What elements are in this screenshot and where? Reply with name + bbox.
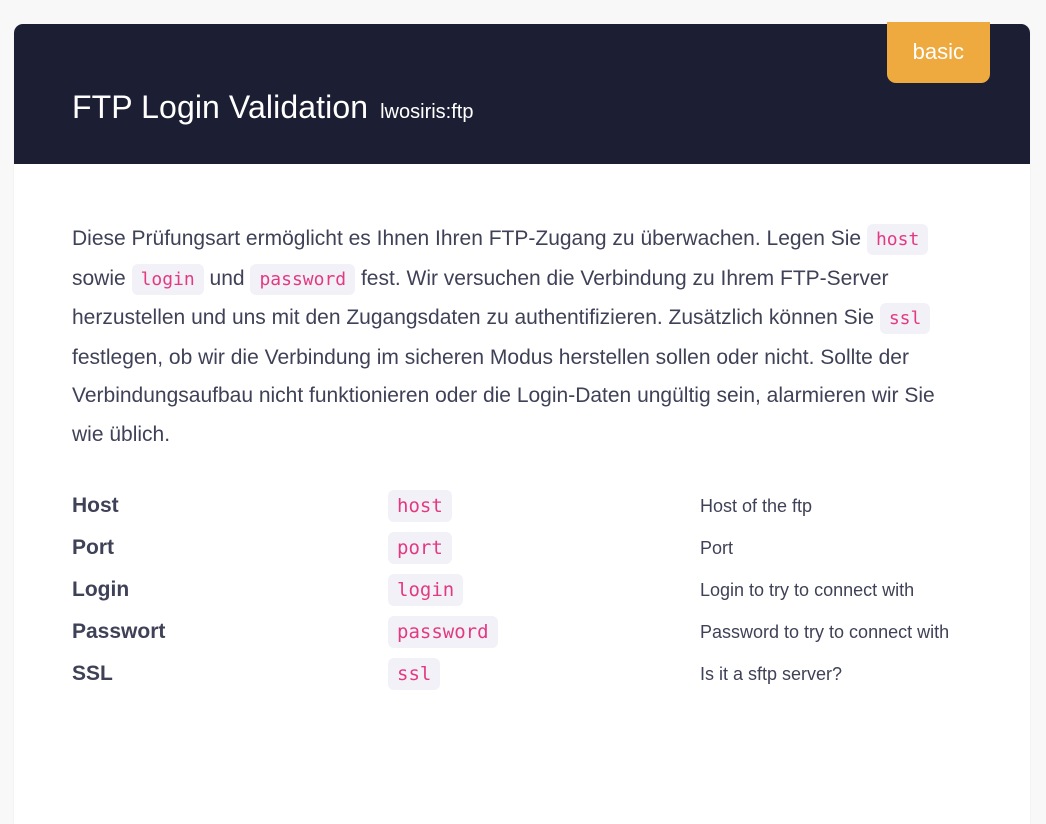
documentation-card: FTP Login Validation lwosiris:ftp basic … (14, 22, 1030, 824)
param-desc-cell: Login to try to connect with (700, 571, 972, 613)
param-desc-cell: Is it a sftp server? (700, 655, 972, 697)
param-desc-cell: Host of the ftp (700, 487, 972, 529)
page-title: FTP Login Validation (72, 89, 369, 125)
card-body: Diese Prüfungsart ermöglicht es Ihnen Ih… (14, 164, 1030, 737)
table-row: Host host Host of the ftp (72, 487, 972, 529)
param-label: Port (72, 536, 114, 559)
status-badge: basic (886, 22, 990, 83)
code-chip-ssl: ssl (879, 303, 931, 334)
code-chip-password: password (250, 263, 356, 295)
intro-text-1: Diese Prüfungsart ermöglicht es Ihnen Ih… (72, 227, 867, 250)
param-description: Login to try to connect with (700, 580, 915, 600)
param-code-chip: ssl (388, 658, 441, 690)
param-description: Host of the ftp (700, 496, 813, 516)
param-description: Port (700, 538, 734, 558)
param-label: Passwort (72, 620, 166, 643)
param-label-cell: Port (72, 529, 388, 571)
param-code-cell: port (388, 529, 700, 571)
param-code-wrap: host (388, 487, 700, 527)
param-code-cell: ssl (388, 655, 700, 697)
table-row: Login login Login to try to connect with (72, 571, 972, 613)
code-chip-host: host (866, 224, 929, 255)
param-desc-cell: Port (700, 529, 972, 571)
param-code-cell: host (388, 487, 700, 529)
code-chip-login: login (131, 263, 204, 295)
intro-text-2: sowie (72, 266, 132, 290)
intro-text-5: festlegen, ob wir die Verbindung im sich… (72, 345, 935, 446)
param-code-chip: port (388, 532, 452, 564)
parameters-table-body: Host host Host of the ftp Port port Port… (72, 487, 972, 697)
card-header: FTP Login Validation lwosiris:ftp basic (14, 22, 1030, 164)
intro-paragraph: Diese Prüfungsart ermöglicht es Ihnen Ih… (72, 220, 972, 454)
param-desc-cell: Password to try to connect with (700, 613, 972, 655)
param-code-wrap: login (388, 571, 700, 611)
param-label-cell: Login (72, 571, 388, 613)
param-description: Password to try to connect with (700, 622, 950, 642)
param-code-chip: host (388, 490, 452, 522)
param-code-wrap: password (388, 613, 700, 653)
param-code-cell: login (388, 571, 700, 613)
param-code-chip: login (388, 574, 464, 606)
parameters-table: Host host Host of the ftp Port port Port… (72, 487, 972, 697)
param-code-wrap: ssl (388, 655, 700, 695)
param-code-wrap: port (388, 529, 700, 569)
page-subtitle: lwosiris:ftp (380, 101, 474, 123)
param-code-chip: password (388, 616, 498, 648)
param-description: Is it a sftp server? (700, 664, 843, 684)
intro-text-3: und (203, 266, 251, 290)
param-label: Login (72, 578, 130, 601)
param-label: SSL (72, 662, 113, 685)
table-row: SSL ssl Is it a sftp server? (72, 655, 972, 697)
param-code-cell: password (388, 613, 700, 655)
param-label-cell: Host (72, 487, 388, 529)
param-label: Host (72, 494, 119, 517)
table-row: Port port Port (72, 529, 972, 571)
table-row: Passwort password Password to try to con… (72, 613, 972, 655)
header-title-row: FTP Login Validation lwosiris:ftp (72, 89, 473, 126)
param-label-cell: Passwort (72, 613, 388, 655)
param-label-cell: SSL (72, 655, 388, 697)
